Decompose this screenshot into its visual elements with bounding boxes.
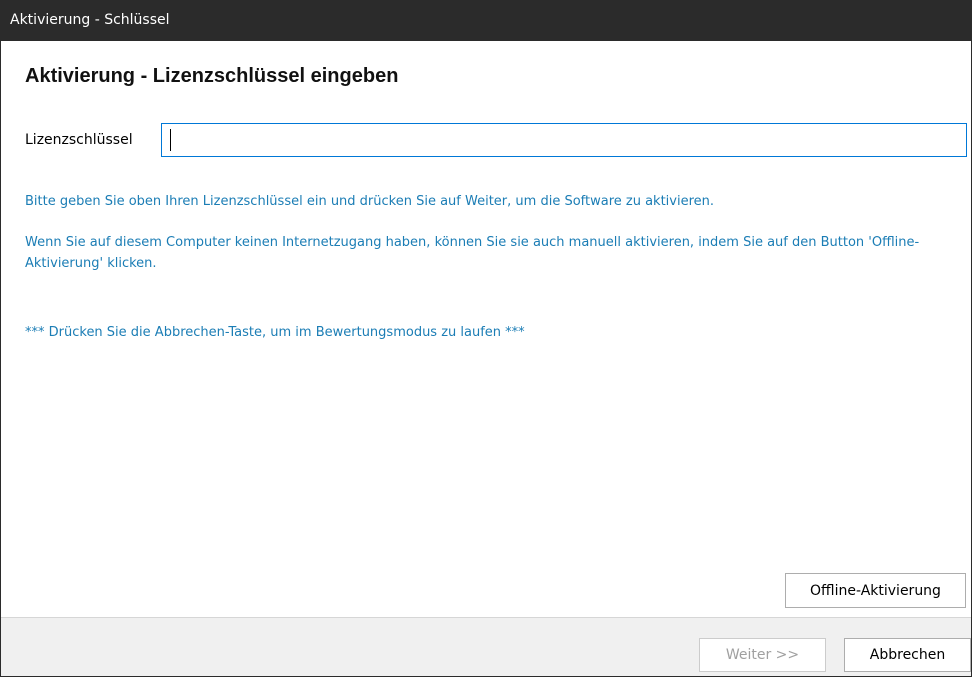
- info-text-instructions: Bitte geben Sie oben Ihren Lizenzschlüss…: [25, 194, 715, 209]
- cancel-button[interactable]: Abbrechen: [844, 638, 971, 672]
- info-text-evaluation: *** Drücken Sie die Abbrechen-Taste, um …: [25, 325, 525, 340]
- next-button[interactable]: Weiter >>: [699, 638, 826, 672]
- page-title: Aktivierung - Lizenzschlüssel eingeben: [25, 65, 399, 87]
- license-key-input[interactable]: [161, 123, 967, 157]
- activation-dialog: Aktivierung - Schlüssel Aktivierung - Li…: [0, 0, 972, 677]
- license-key-label: Lizenzschlüssel: [25, 132, 133, 148]
- text-caret: [170, 129, 171, 151]
- offline-activation-button[interactable]: Offline-Aktivierung: [785, 573, 966, 608]
- info-text-offline: Wenn Sie auf diesem Computer keinen Inte…: [25, 235, 920, 271]
- dialog-footer: Weiter >> Abbrechen: [1, 617, 971, 676]
- window-title: Aktivierung - Schlüssel: [1, 0, 971, 41]
- dialog-content: Aktivierung - Lizenzschlüssel eingeben L…: [1, 41, 971, 617]
